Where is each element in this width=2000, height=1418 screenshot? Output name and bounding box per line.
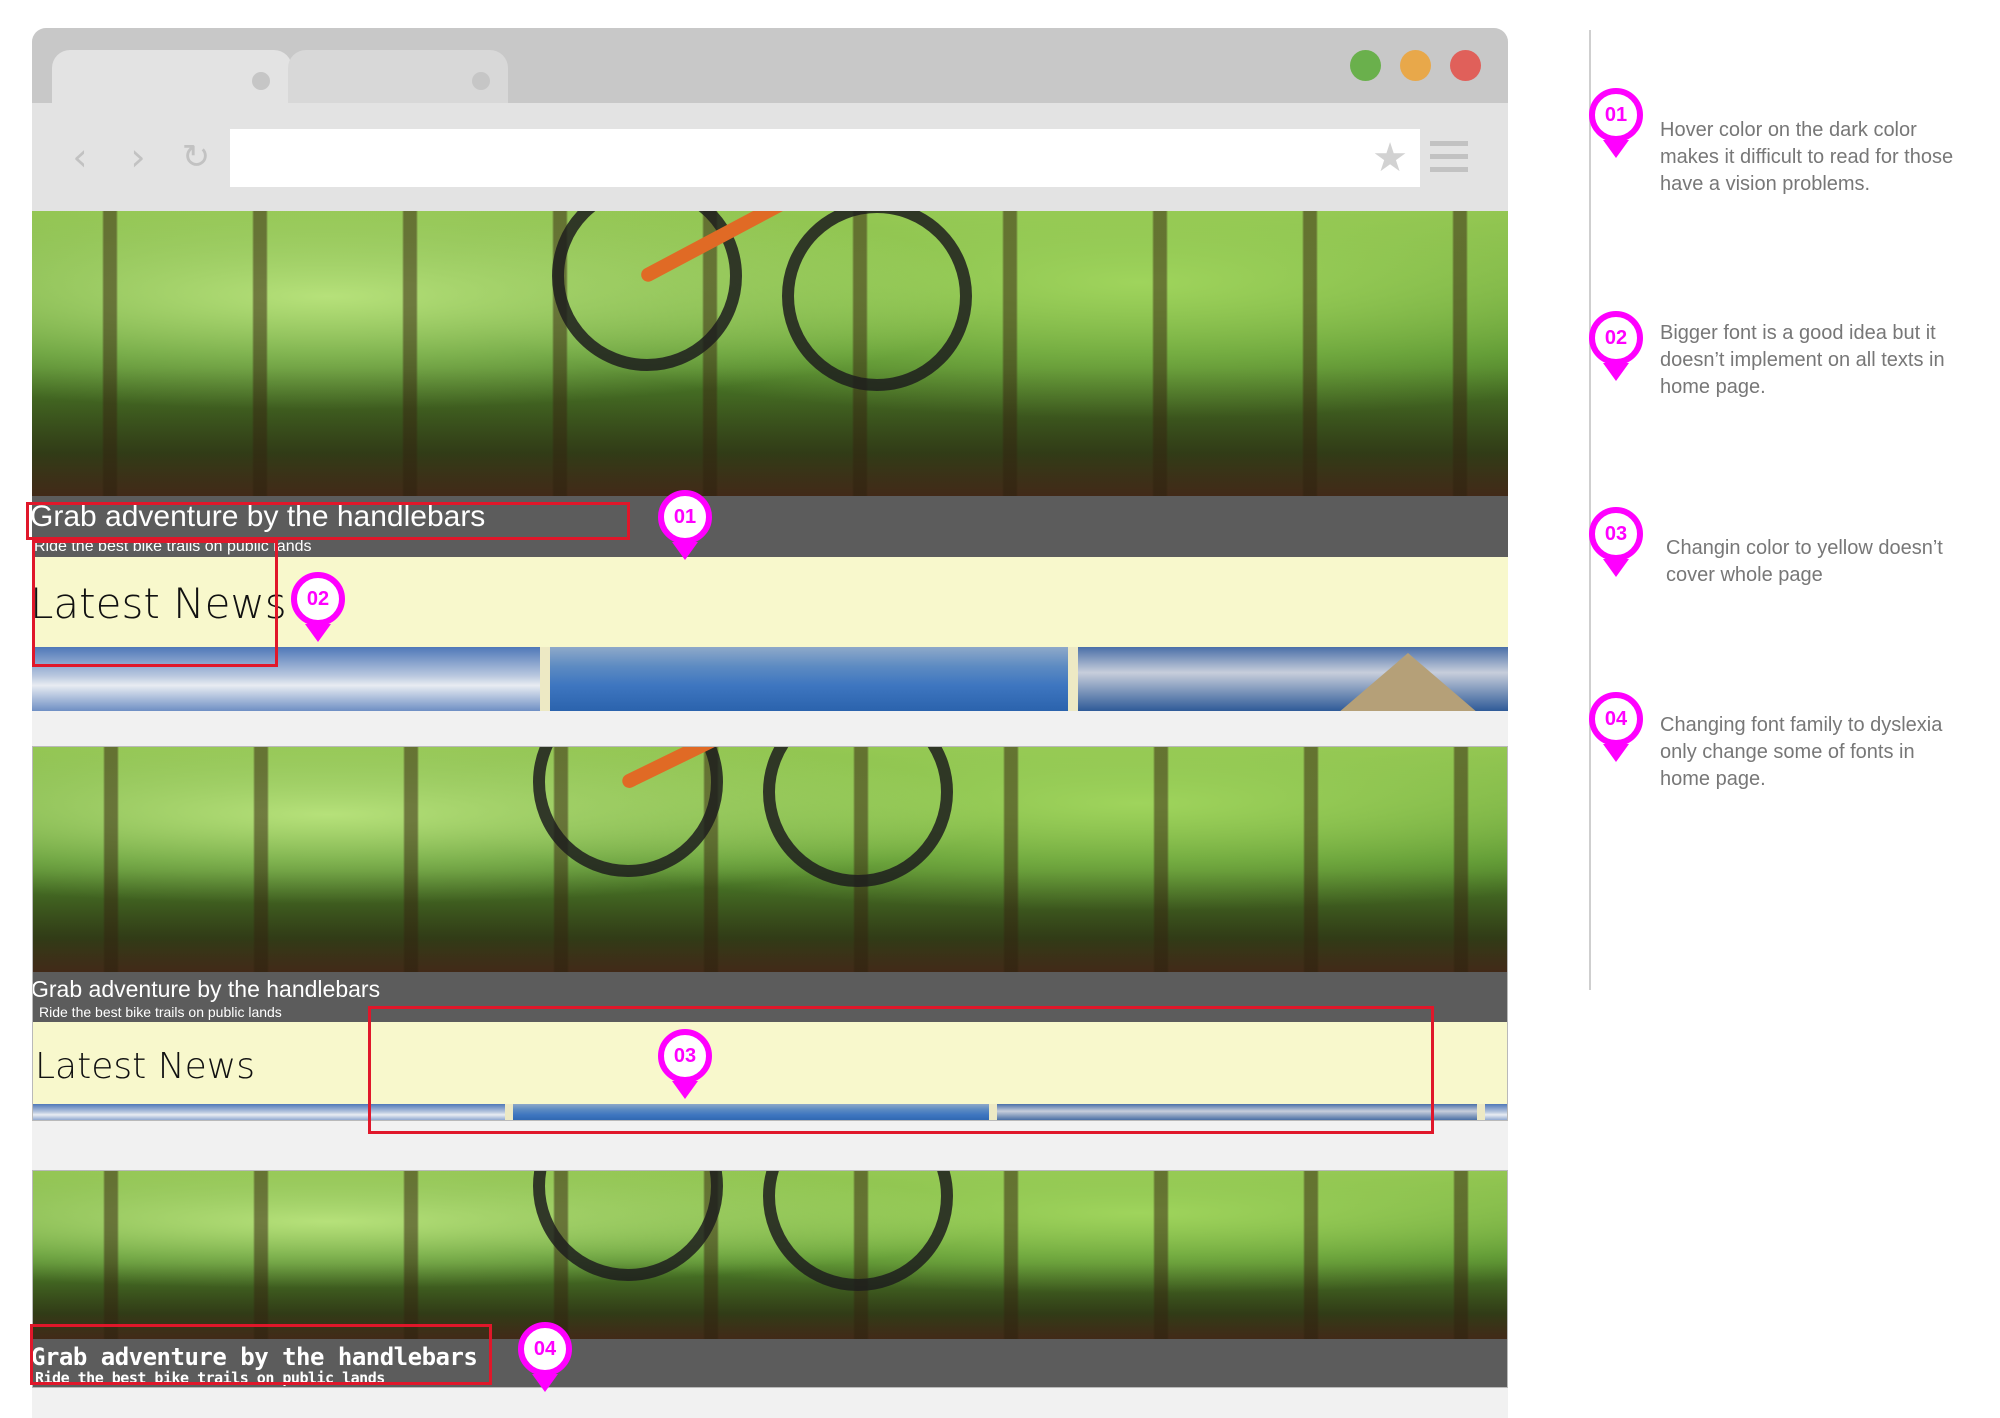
browser-tab-inactive[interactable] <box>288 50 508 103</box>
annotation-pin-icon: 03 <box>658 1029 712 1099</box>
bike-wheel <box>533 747 723 877</box>
annotation-pin-icon: 01 <box>1589 88 1643 158</box>
back-arrow-icon[interactable]: ‹ <box>58 135 102 179</box>
window-maximize-button[interactable] <box>1350 50 1381 81</box>
annotation-divider <box>1589 30 1591 990</box>
browser-tab-active[interactable] <box>52 50 292 103</box>
browser-toolbar: ‹ › ↻ ★ <box>32 103 1508 211</box>
news-thumbnail[interactable] <box>1485 1104 1507 1120</box>
annotation-pin-icon: 03 <box>1589 507 1643 577</box>
tab-strip <box>32 28 1508 103</box>
highlight-box-01 <box>26 502 630 540</box>
hamburger-menu-icon[interactable] <box>1430 141 1468 175</box>
latest-news-heading: Latest News <box>35 1046 255 1087</box>
hero-image <box>33 1171 1507 1339</box>
window-close-button[interactable] <box>1450 50 1481 81</box>
bike-wheel <box>533 1171 723 1281</box>
annotation-pin-icon: 04 <box>1589 692 1643 762</box>
annotation-note-04: Changing font family to dyslexia only ch… <box>1660 714 1943 790</box>
annotation-note-02: Bigger font is a good idea but it doesn’… <box>1660 322 1945 398</box>
hero-title: Grab adventure by the handlebars <box>32 976 381 1002</box>
window-minimize-button[interactable] <box>1400 50 1431 81</box>
news-thumbnail[interactable] <box>1078 647 1508 711</box>
annotation-note-01: Hover color on the dark color makes it d… <box>1660 119 1954 195</box>
annotation-pin-icon: 04 <box>518 1322 572 1392</box>
star-icon[interactable]: ★ <box>1372 135 1408 181</box>
annotation-pin-icon: 01 <box>658 490 712 560</box>
tab-close-icon[interactable] <box>472 72 490 90</box>
hero-image <box>32 211 1508 496</box>
news-thumbnail[interactable] <box>550 647 1068 711</box>
hero-image <box>33 747 1507 972</box>
hero-subtitle: Ride the best bike trails on public land… <box>39 1004 282 1020</box>
address-bar[interactable]: ★ <box>230 129 1420 187</box>
forward-arrow-icon[interactable]: › <box>116 135 160 179</box>
bike-wheel <box>763 747 953 887</box>
annotation-note-03: Changin color to yellow doesn’t cover wh… <box>1666 537 1943 586</box>
bike-wheel <box>763 1171 953 1291</box>
highlight-box-04 <box>30 1324 492 1385</box>
reload-icon[interactable]: ↻ <box>174 135 218 179</box>
annotation-pin-icon: 02 <box>291 572 345 642</box>
annotation-pin-icon: 02 <box>1589 311 1643 381</box>
highlight-box-02 <box>32 540 278 667</box>
tab-close-icon[interactable] <box>252 72 270 90</box>
highlight-box-03 <box>368 1006 1434 1134</box>
bike-wheel <box>782 211 972 391</box>
